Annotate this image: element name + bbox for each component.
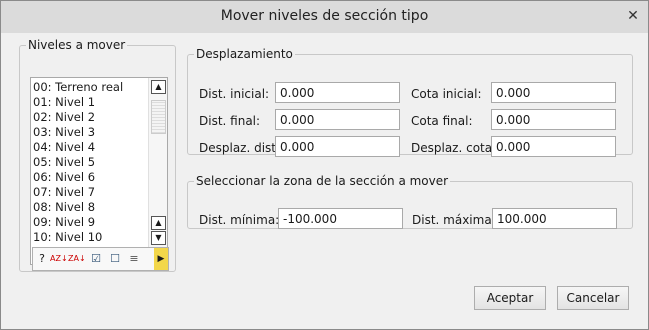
sort-za-icon[interactable]: ZA↓ <box>68 250 86 267</box>
desplaz-cota-input[interactable] <box>491 136 616 157</box>
zone-legend: Seleccionar la zona de la sección a move… <box>196 174 449 188</box>
list-item[interactable]: 05: Nivel 5 <box>33 155 145 170</box>
list-icon[interactable]: ≡ <box>126 250 142 267</box>
check-all-icon[interactable]: ☑ <box>88 250 104 267</box>
dist-final-label: Dist. final: <box>199 114 261 128</box>
cota-final-input[interactable] <box>491 109 616 130</box>
desplaz-cota-label: Desplaz. cota: <box>411 141 497 155</box>
uncheck-all-icon[interactable]: ☐ <box>107 250 123 267</box>
cancel-button[interactable]: Cancelar <box>557 286 629 310</box>
displacement-group: Desplazamiento Dist. inicial: Cota inici… <box>187 47 633 157</box>
list-item[interactable]: 08: Nivel 8 <box>33 200 145 215</box>
list-item[interactable]: 04: Nivel 4 <box>33 140 145 155</box>
cota-inicial-input[interactable] <box>491 82 616 103</box>
dist-final-input[interactable] <box>275 109 400 130</box>
list-item[interactable]: 03: Nivel 3 <box>33 125 145 140</box>
scroll-up-icon[interactable]: ▲ <box>151 80 166 94</box>
dist-inicial-input[interactable] <box>275 82 400 103</box>
cota-inicial-label: Cota inicial: <box>411 87 482 101</box>
levels-legend: Niveles a mover <box>28 38 126 52</box>
dist-inicial-label: Dist. inicial: <box>199 87 270 101</box>
levels-group: Niveles a mover 00: Terreno real 01: Nive… <box>19 38 176 272</box>
desplaz-dist-label: Desplaz. dist.: <box>199 141 284 155</box>
window-title: Mover niveles de sección tipo <box>220 8 429 24</box>
displacement-legend: Desplazamiento <box>196 47 293 61</box>
list-item[interactable]: 07: Nivel 7 <box>33 185 145 200</box>
help-icon[interactable]: ? <box>34 250 50 267</box>
levels-toolbar: ? AZ↓ ZA↓ ☑ ☐ ≡ ▶ <box>32 247 169 271</box>
list-scrollbar[interactable]: ▲ ▲ ▼ <box>148 78 167 264</box>
list-item[interactable]: 10: Nivel 10 <box>33 230 145 245</box>
list-item[interactable]: 01: Nivel 1 <box>33 95 145 110</box>
more-icon[interactable]: ▶ <box>154 248 168 270</box>
scroll-up-bottom-icon[interactable]: ▲ <box>151 216 166 230</box>
list-item[interactable]: 06: Nivel 6 <box>33 170 145 185</box>
dialog-window: Mover niveles de sección tipo ✕ Niveles … <box>0 0 649 330</box>
dist-min-label: Dist. mínima: <box>199 213 280 227</box>
levels-listbox[interactable]: 00: Terreno real 01: Nivel 1 02: Nivel 2 03… <box>30 77 168 265</box>
dist-max-input[interactable] <box>492 208 617 229</box>
close-icon[interactable]: ✕ <box>624 7 642 25</box>
list-item[interactable]: 02: Nivel 2 <box>33 110 145 125</box>
levels-list: 00: Terreno real 01: Nivel 1 02: Nivel 2 03… <box>33 80 145 245</box>
accept-button[interactable]: Aceptar <box>474 286 546 310</box>
scroll-thumb[interactable] <box>151 100 166 134</box>
dist-min-input[interactable] <box>278 208 403 229</box>
dist-max-label: Dist. máxima: <box>412 213 496 227</box>
desplaz-dist-input[interactable] <box>275 136 400 157</box>
cota-final-label: Cota final: <box>411 114 473 128</box>
list-item[interactable]: 00: Terreno real <box>33 80 145 95</box>
scroll-down-icon[interactable]: ▼ <box>151 231 166 245</box>
sort-az-icon[interactable]: AZ↓ <box>50 250 68 267</box>
list-item[interactable]: 09: Nivel 9 <box>33 215 145 230</box>
title-bar: Mover niveles de sección tipo ✕ <box>1 1 648 33</box>
zone-group: Seleccionar la zona de la sección a move… <box>187 174 633 229</box>
